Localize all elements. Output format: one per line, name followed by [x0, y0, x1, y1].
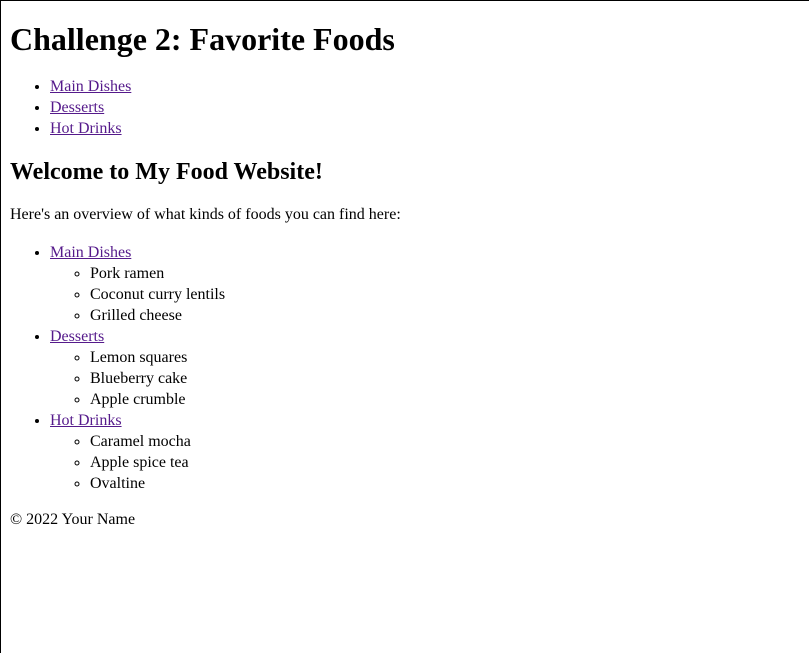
category-item: Hot Drinks Caramel mocha Apple spice tea…	[50, 410, 800, 494]
welcome-heading: Welcome to My Food Website!	[10, 159, 323, 186]
overview-list: Main Dishes Pork ramen Coconut curry len…	[10, 242, 800, 494]
food-item: Pork ramen	[90, 263, 800, 284]
category-item: Main Dishes Pork ramen Coconut curry len…	[50, 242, 800, 326]
nav-list: Main Dishes Desserts Hot Drinks	[10, 76, 800, 139]
category-item: Desserts Lemon squares Blueberry cake Ap…	[50, 326, 800, 410]
footer-copyright: © 2022 Your Name	[10, 510, 136, 528]
nav-link-hot-drinks[interactable]: Hot Drinks	[50, 120, 122, 137]
nav-item: Desserts	[50, 97, 800, 118]
category-link-desserts[interactable]: Desserts	[50, 328, 104, 345]
nav-item: Main Dishes	[50, 76, 800, 97]
category-sublist: Pork ramen Coconut curry lentils Grilled…	[50, 263, 800, 326]
food-item: Blueberry cake	[90, 368, 800, 389]
food-item: Caramel mocha	[90, 431, 800, 452]
intro-text: Here's an overview of what kinds of food…	[10, 205, 401, 223]
nav-item: Hot Drinks	[50, 118, 800, 139]
page-title: Challenge 2: Favorite Foods	[10, 21, 395, 57]
food-item: Coconut curry lentils	[90, 284, 800, 305]
page-content: Challenge 2: Favorite Foods Main Dishes …	[1, 21, 809, 530]
food-item: Apple spice tea	[90, 452, 800, 473]
nav-link-desserts[interactable]: Desserts	[50, 99, 104, 116]
category-link-main-dishes[interactable]: Main Dishes	[50, 244, 131, 261]
category-sublist: Lemon squares Blueberry cake Apple crumb…	[50, 347, 800, 410]
food-item: Grilled cheese	[90, 305, 800, 326]
category-sublist: Caramel mocha Apple spice tea Ovaltine	[50, 431, 800, 494]
nav-link-main-dishes[interactable]: Main Dishes	[50, 78, 131, 95]
food-item: Apple crumble	[90, 389, 800, 410]
food-item: Ovaltine	[90, 473, 800, 494]
category-link-hot-drinks[interactable]: Hot Drinks	[50, 412, 122, 429]
food-item: Lemon squares	[90, 347, 800, 368]
